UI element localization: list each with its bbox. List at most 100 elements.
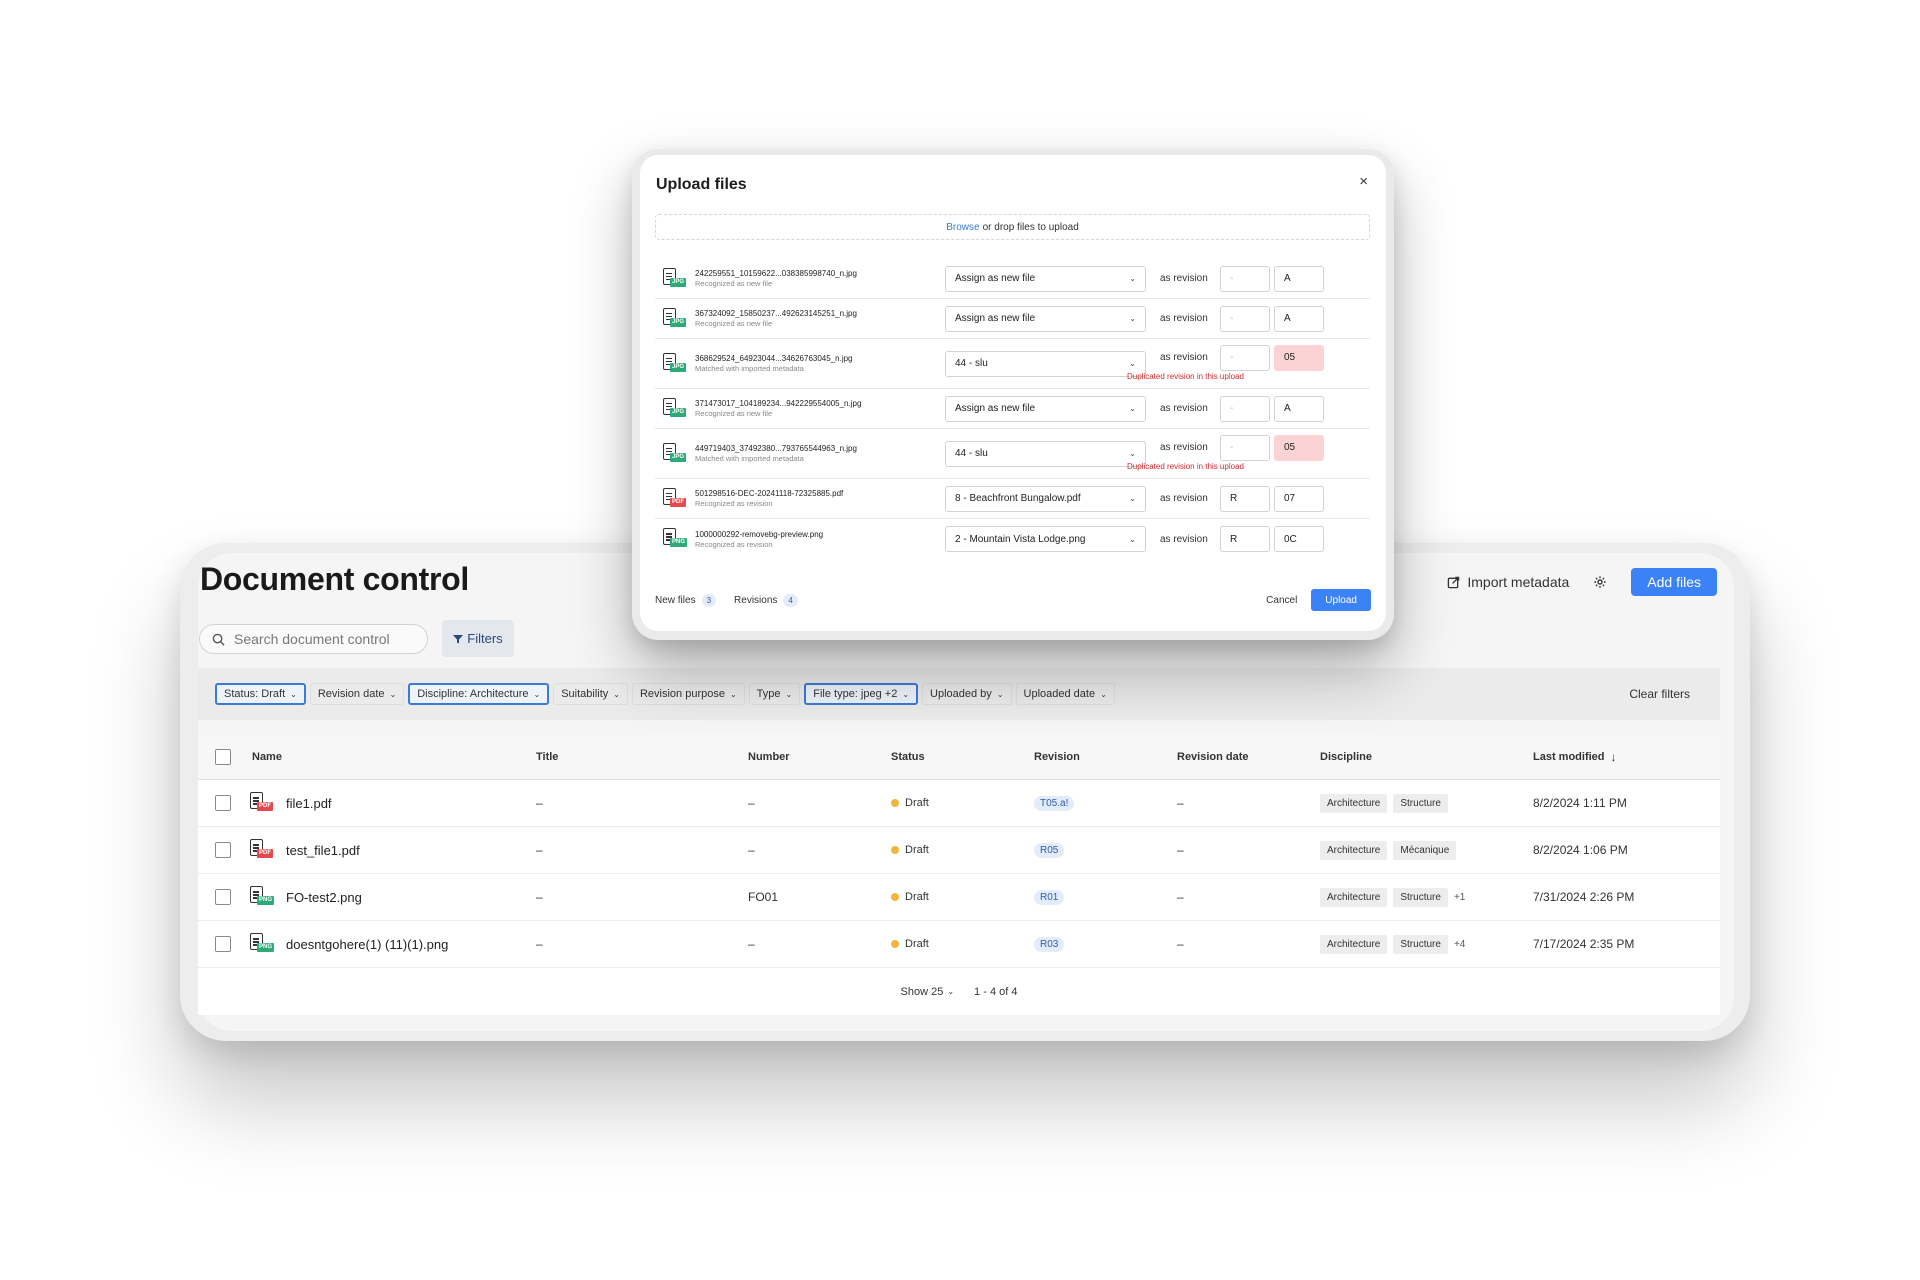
page-size-select[interactable]: Show 25 ⌄ [901, 986, 955, 998]
filter-chip-discipline[interactable]: Discipline: Architecture ⌄ [408, 683, 550, 705]
filter-chip-uploaded-date[interactable]: Uploaded date ⌄ [1015, 683, 1115, 705]
column-header-discipline[interactable]: Discipline [1320, 751, 1533, 763]
assign-select[interactable]: 44 - slu ⌄ [945, 440, 1146, 467]
revision-prefix-input[interactable]: - [1220, 395, 1270, 422]
column-header-title[interactable]: Title [536, 751, 748, 763]
filter-chip-status[interactable]: Status: Draft ⌄ [215, 683, 306, 705]
filters-button[interactable]: Filters [442, 620, 514, 657]
chip-label: Uploaded date [1023, 688, 1096, 700]
revision-prefix-input[interactable]: - [1220, 305, 1270, 332]
status-badge: Draft [891, 891, 1034, 903]
select-all-checkbox[interactable] [215, 749, 231, 765]
discipline-tag: Structure [1393, 793, 1448, 813]
last-modified-cell: 7/31/2024 2:26 PM [1533, 890, 1635, 904]
assign-value: Assign as new file [955, 273, 1036, 284]
upload-file-row: JPG 449719403_37492380...793765544963_n.… [655, 429, 1370, 479]
table-row[interactable]: PDF test_file1.pdf – – Draft R05 – Archi… [198, 827, 1720, 874]
pdf-file-icon: PDF [248, 792, 276, 814]
revision-input[interactable]: 0C [1274, 526, 1324, 552]
revision-input[interactable]: A [1274, 265, 1324, 292]
file-name-link[interactable]: doesntgohere(1) (11)(1).png [286, 937, 448, 952]
row-checkbox[interactable] [215, 842, 231, 858]
filter-chip-suitability[interactable]: Suitability ⌄ [553, 683, 628, 705]
jpg-file-icon: JPG [661, 307, 689, 330]
file-dropzone[interactable]: Browse or drop files to upload [655, 214, 1370, 240]
revision-date-cell: – [1177, 796, 1184, 810]
upload-file-row: JPG 367324092_15850237...492623145251_n.… [655, 299, 1370, 339]
revision-prefix-input[interactable]: - [1220, 265, 1270, 292]
file-name-link[interactable]: test_file1.pdf [286, 843, 360, 858]
upload-file-name: 501298516-DEC-20241118-72325885.pdf [695, 489, 844, 498]
revision-input[interactable]: 07 [1274, 485, 1324, 512]
table-row[interactable]: PNG doesntgohere(1) (11)(1).png – – Draf… [198, 921, 1720, 968]
row-checkbox[interactable] [215, 936, 231, 952]
filter-chip-uploaded-by[interactable]: Uploaded by ⌄ [922, 683, 1012, 705]
search-field[interactable] [199, 624, 428, 654]
duplicate-revision-error: Duplicated revision in this upload [1127, 372, 1244, 381]
upload-file-status: Recognized as new file [695, 409, 773, 418]
column-header-name[interactable]: Name [248, 751, 536, 763]
column-header-number[interactable]: Number [748, 751, 891, 763]
import-metadata-label: Import metadata [1467, 574, 1570, 590]
import-metadata-button[interactable]: Import metadata [1447, 574, 1569, 590]
chip-label: Revision date [317, 688, 385, 700]
search-input[interactable] [234, 631, 414, 647]
discipline-tag: Structure [1393, 887, 1448, 907]
revision-badge: R03 [1034, 937, 1065, 952]
settings-button[interactable] [1591, 573, 1609, 591]
pagination: Show 25 ⌄ 1 - 4 of 4 [198, 968, 1720, 1015]
filter-chip-revision-date[interactable]: Revision date ⌄ [309, 683, 405, 705]
chevron-down-icon: ⌄ [1129, 449, 1136, 458]
revisions-count-badge: 4 [783, 593, 798, 607]
gear-icon [1594, 576, 1606, 588]
revision-input[interactable]: A [1274, 305, 1324, 332]
row-checkbox[interactable] [215, 795, 231, 811]
last-modified-cell: 8/2/2024 1:06 PM [1533, 843, 1628, 857]
table-row[interactable]: PDF file1.pdf – – Draft T05.a! – Archite… [198, 780, 1720, 827]
as-revision-label: as revision [1160, 442, 1208, 453]
column-header-revision-date[interactable]: Revision date [1177, 751, 1320, 763]
status-badge: Draft [891, 844, 1034, 856]
upload-file-row: PDF 501298516-DEC-20241118-72325885.pdf R… [655, 479, 1370, 519]
status-label: Draft [905, 891, 929, 903]
jpg-file-icon: JPG [661, 352, 689, 375]
upload-button[interactable]: Upload [1311, 589, 1371, 611]
revision-input-error[interactable]: 05 [1274, 434, 1324, 461]
revision-prefix-input[interactable]: - [1220, 434, 1270, 461]
assign-select[interactable]: Assign as new file ⌄ [945, 305, 1146, 332]
revision-badge: R01 [1034, 890, 1065, 905]
filter-chip-revision-purpose[interactable]: Revision purpose ⌄ [631, 683, 745, 705]
assign-select[interactable]: Assign as new file ⌄ [945, 395, 1146, 422]
filter-chip-type[interactable]: Type ⌄ [748, 683, 801, 705]
as-revision-label: as revision [1160, 273, 1208, 284]
revision-input-error[interactable]: 05 [1274, 344, 1324, 371]
revision-prefix-input[interactable]: R [1220, 485, 1270, 512]
assign-select[interactable]: 8 - Beachfront Bungalow.pdf ⌄ [945, 485, 1146, 512]
column-header-revision[interactable]: Revision [1034, 751, 1177, 763]
status-badge: Draft [891, 797, 1034, 809]
table-row[interactable]: PNG FO-test2.png – FO01 Draft R01 – Arch… [198, 874, 1720, 921]
add-files-button[interactable]: Add files [1631, 568, 1717, 596]
assign-select[interactable]: Assign as new file ⌄ [945, 265, 1146, 292]
row-checkbox[interactable] [215, 889, 231, 905]
assign-select[interactable]: 44 - slu ⌄ [945, 350, 1146, 377]
filter-chip-file-type[interactable]: File type: jpeg +2 ⌄ [804, 683, 919, 705]
upload-counts: New files 3 Revisions 4 [655, 593, 810, 607]
file-name-link[interactable]: FO-test2.png [286, 890, 362, 905]
new-files-count-badge: 3 [701, 593, 717, 607]
assign-select[interactable]: 2 - Mountain Vista Lodge.png ⌄ [945, 526, 1146, 552]
close-icon[interactable]: × [1359, 173, 1368, 190]
column-header-last-modified[interactable]: Last modified ↓ [1533, 750, 1703, 764]
status-label: Draft [905, 938, 929, 950]
revision-prefix-input[interactable]: R [1220, 526, 1270, 552]
number-cell: – [748, 937, 755, 951]
upload-file-status: Matched with imported metadata [695, 454, 804, 463]
browse-link[interactable]: Browse [946, 222, 979, 233]
clear-filters-button[interactable]: Clear filters [1629, 687, 1690, 701]
duplicate-revision-error: Duplicated revision in this upload [1127, 462, 1244, 471]
column-header-status[interactable]: Status [891, 751, 1034, 763]
revision-prefix-input[interactable]: - [1220, 344, 1270, 371]
cancel-button[interactable]: Cancel [1266, 595, 1297, 606]
file-name-link[interactable]: file1.pdf [286, 796, 332, 811]
revision-input[interactable]: A [1274, 395, 1324, 422]
